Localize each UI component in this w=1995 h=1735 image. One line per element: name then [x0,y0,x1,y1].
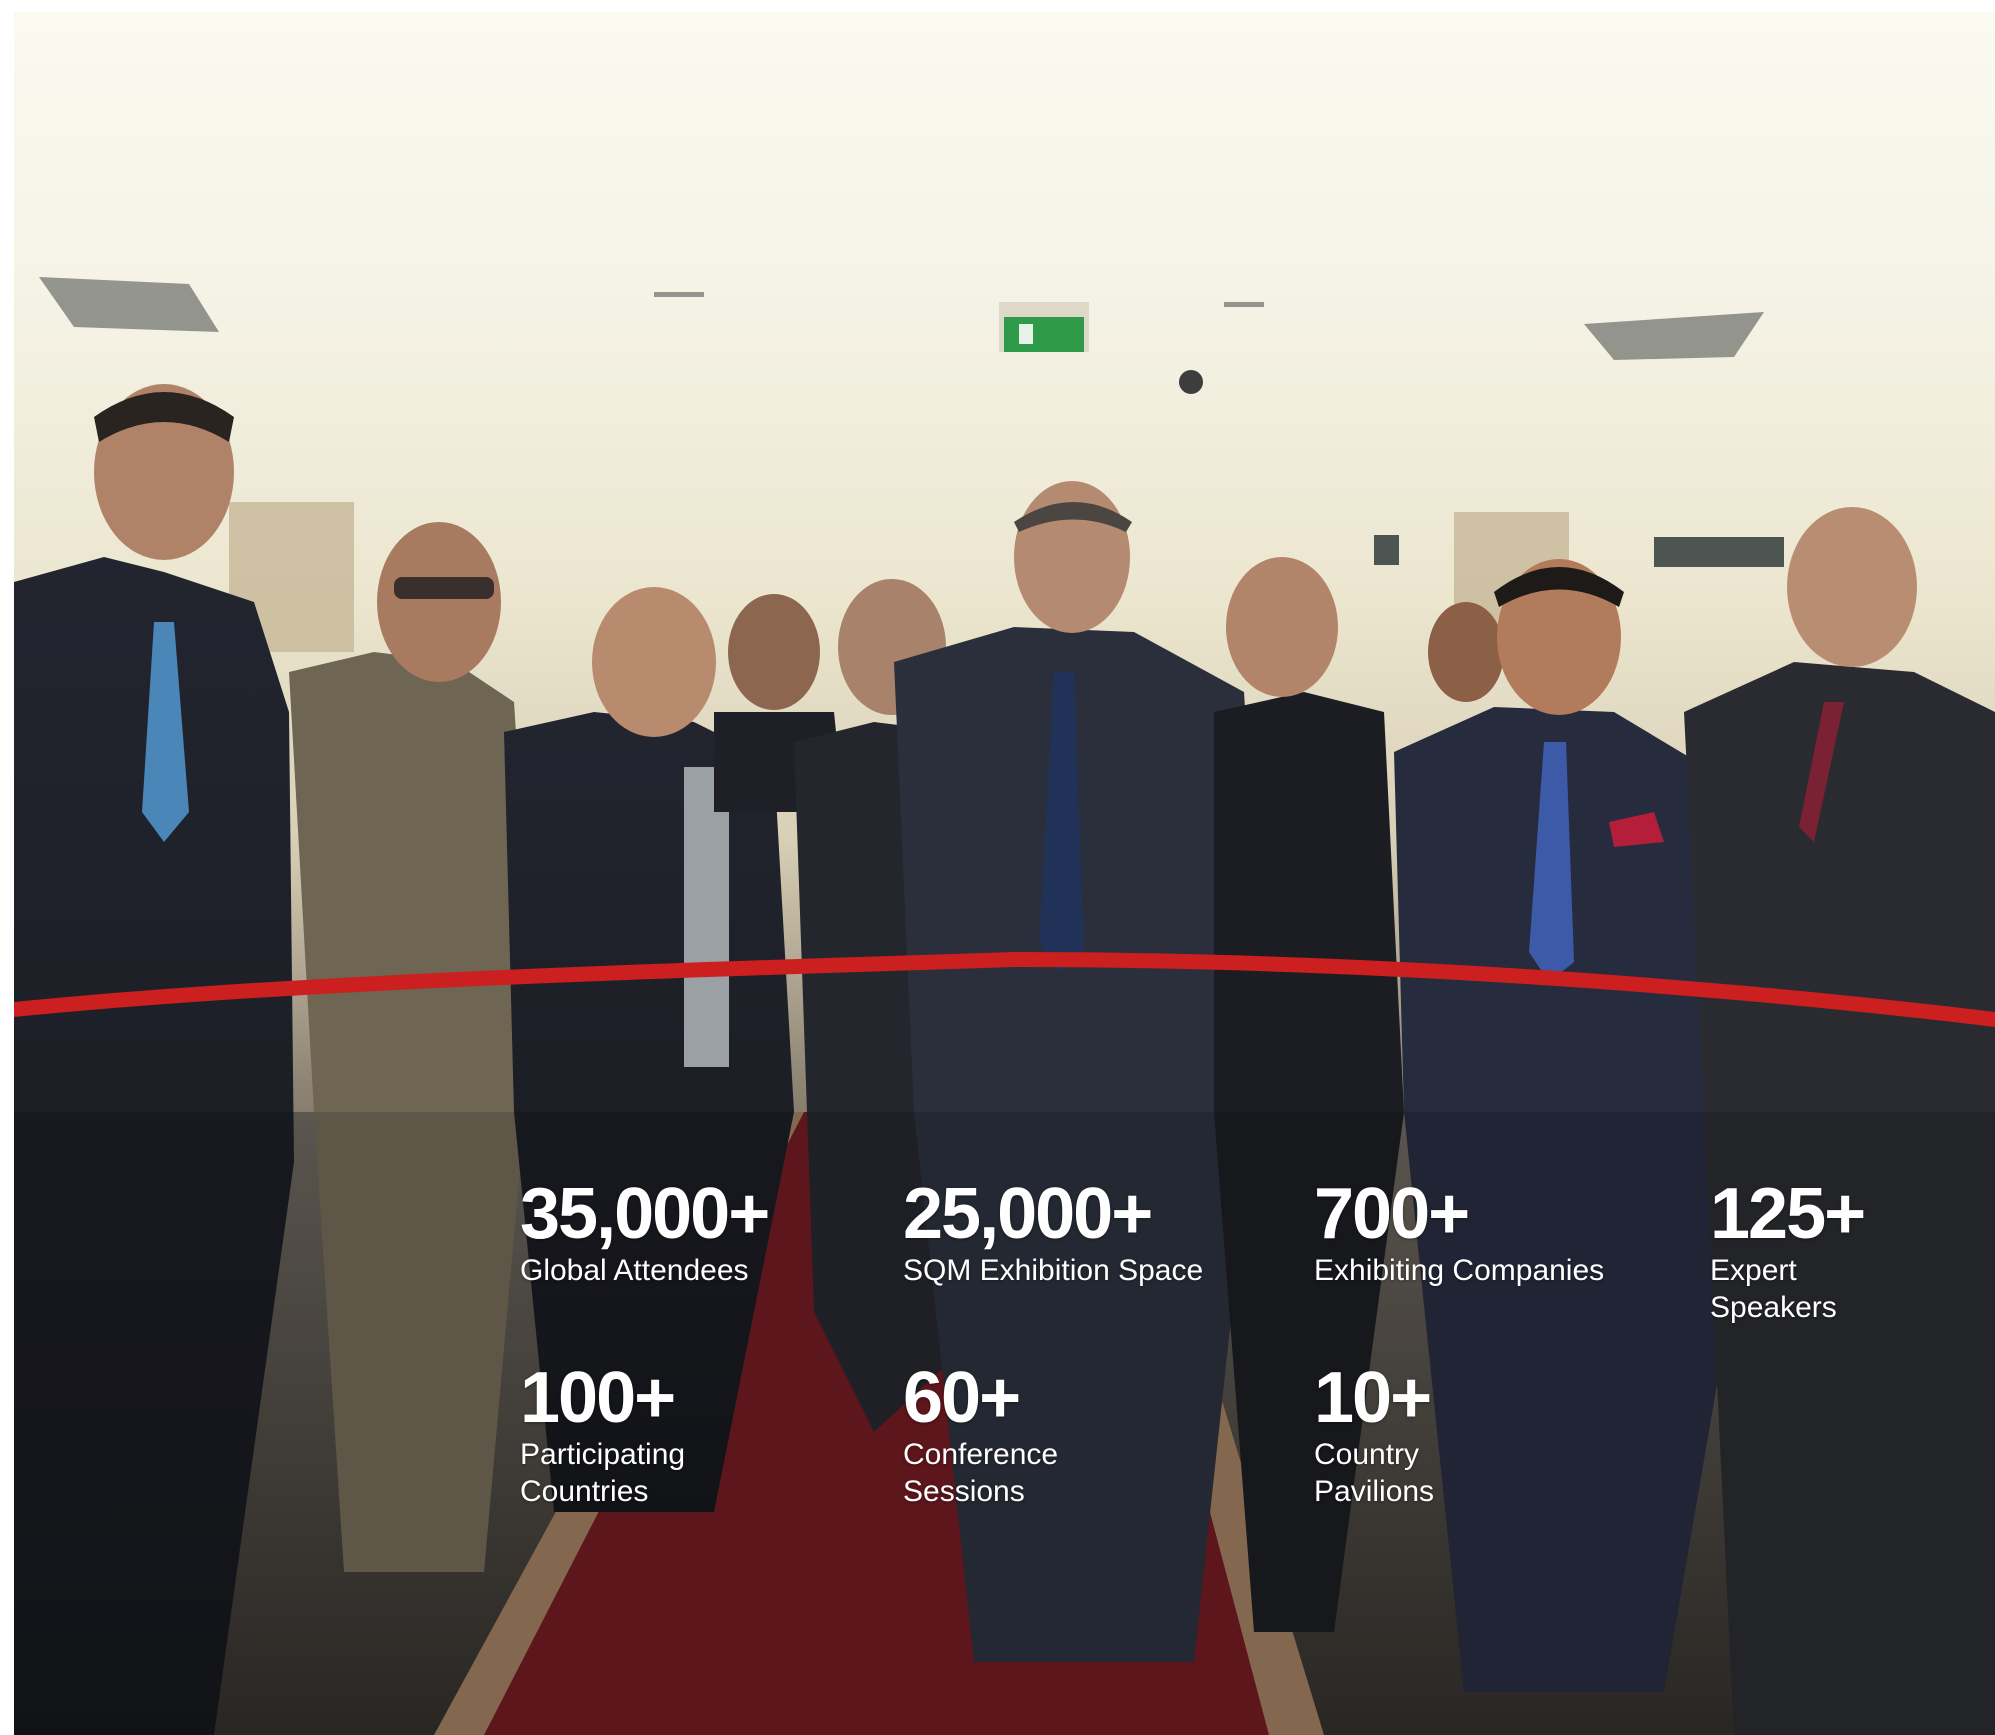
stat-label: Conference Sessions [903,1438,1059,1508]
stat-value: 35,000+ [520,1174,770,1254]
stat-label: Global Attendees [520,1254,749,1287]
stat-label: SQM Exhibition Space [903,1254,1204,1287]
stat-value: 100+ [520,1358,676,1438]
stat-value: 125+ [1710,1174,1866,1254]
stat-label: Exhibiting Companies [1314,1254,1605,1287]
stats-overlay: 35,000+ Global Attendees 25,000+ SQM Exh… [0,0,1995,1735]
stat-value: 700+ [1314,1174,1470,1254]
stat-value: 10+ [1314,1358,1432,1438]
stat-label: Country Pavilions [1314,1438,1435,1508]
stat-participating-countries: 100+ Participating Countries [520,1362,685,1510]
stat-exhibiting-companies: 700+ Exhibiting Companies [1314,1178,1604,1289]
stat-label: Expert Speakers [1710,1254,1837,1324]
stat-conference-sessions: 60+ Conference Sessions [903,1362,1058,1510]
stat-country-pavilions: 10+ Country Pavilions [1314,1362,1434,1510]
stat-value: 60+ [903,1358,1021,1438]
stat-exhibition-space: 25,000+ SQM Exhibition Space [903,1178,1203,1289]
stat-value: 25,000+ [903,1174,1153,1254]
stat-label: Participating Countries [520,1438,686,1508]
stat-expert-speakers: 125+ Expert Speakers [1710,1174,1866,1326]
stat-global-attendees: 35,000+ Global Attendees [520,1174,770,1289]
